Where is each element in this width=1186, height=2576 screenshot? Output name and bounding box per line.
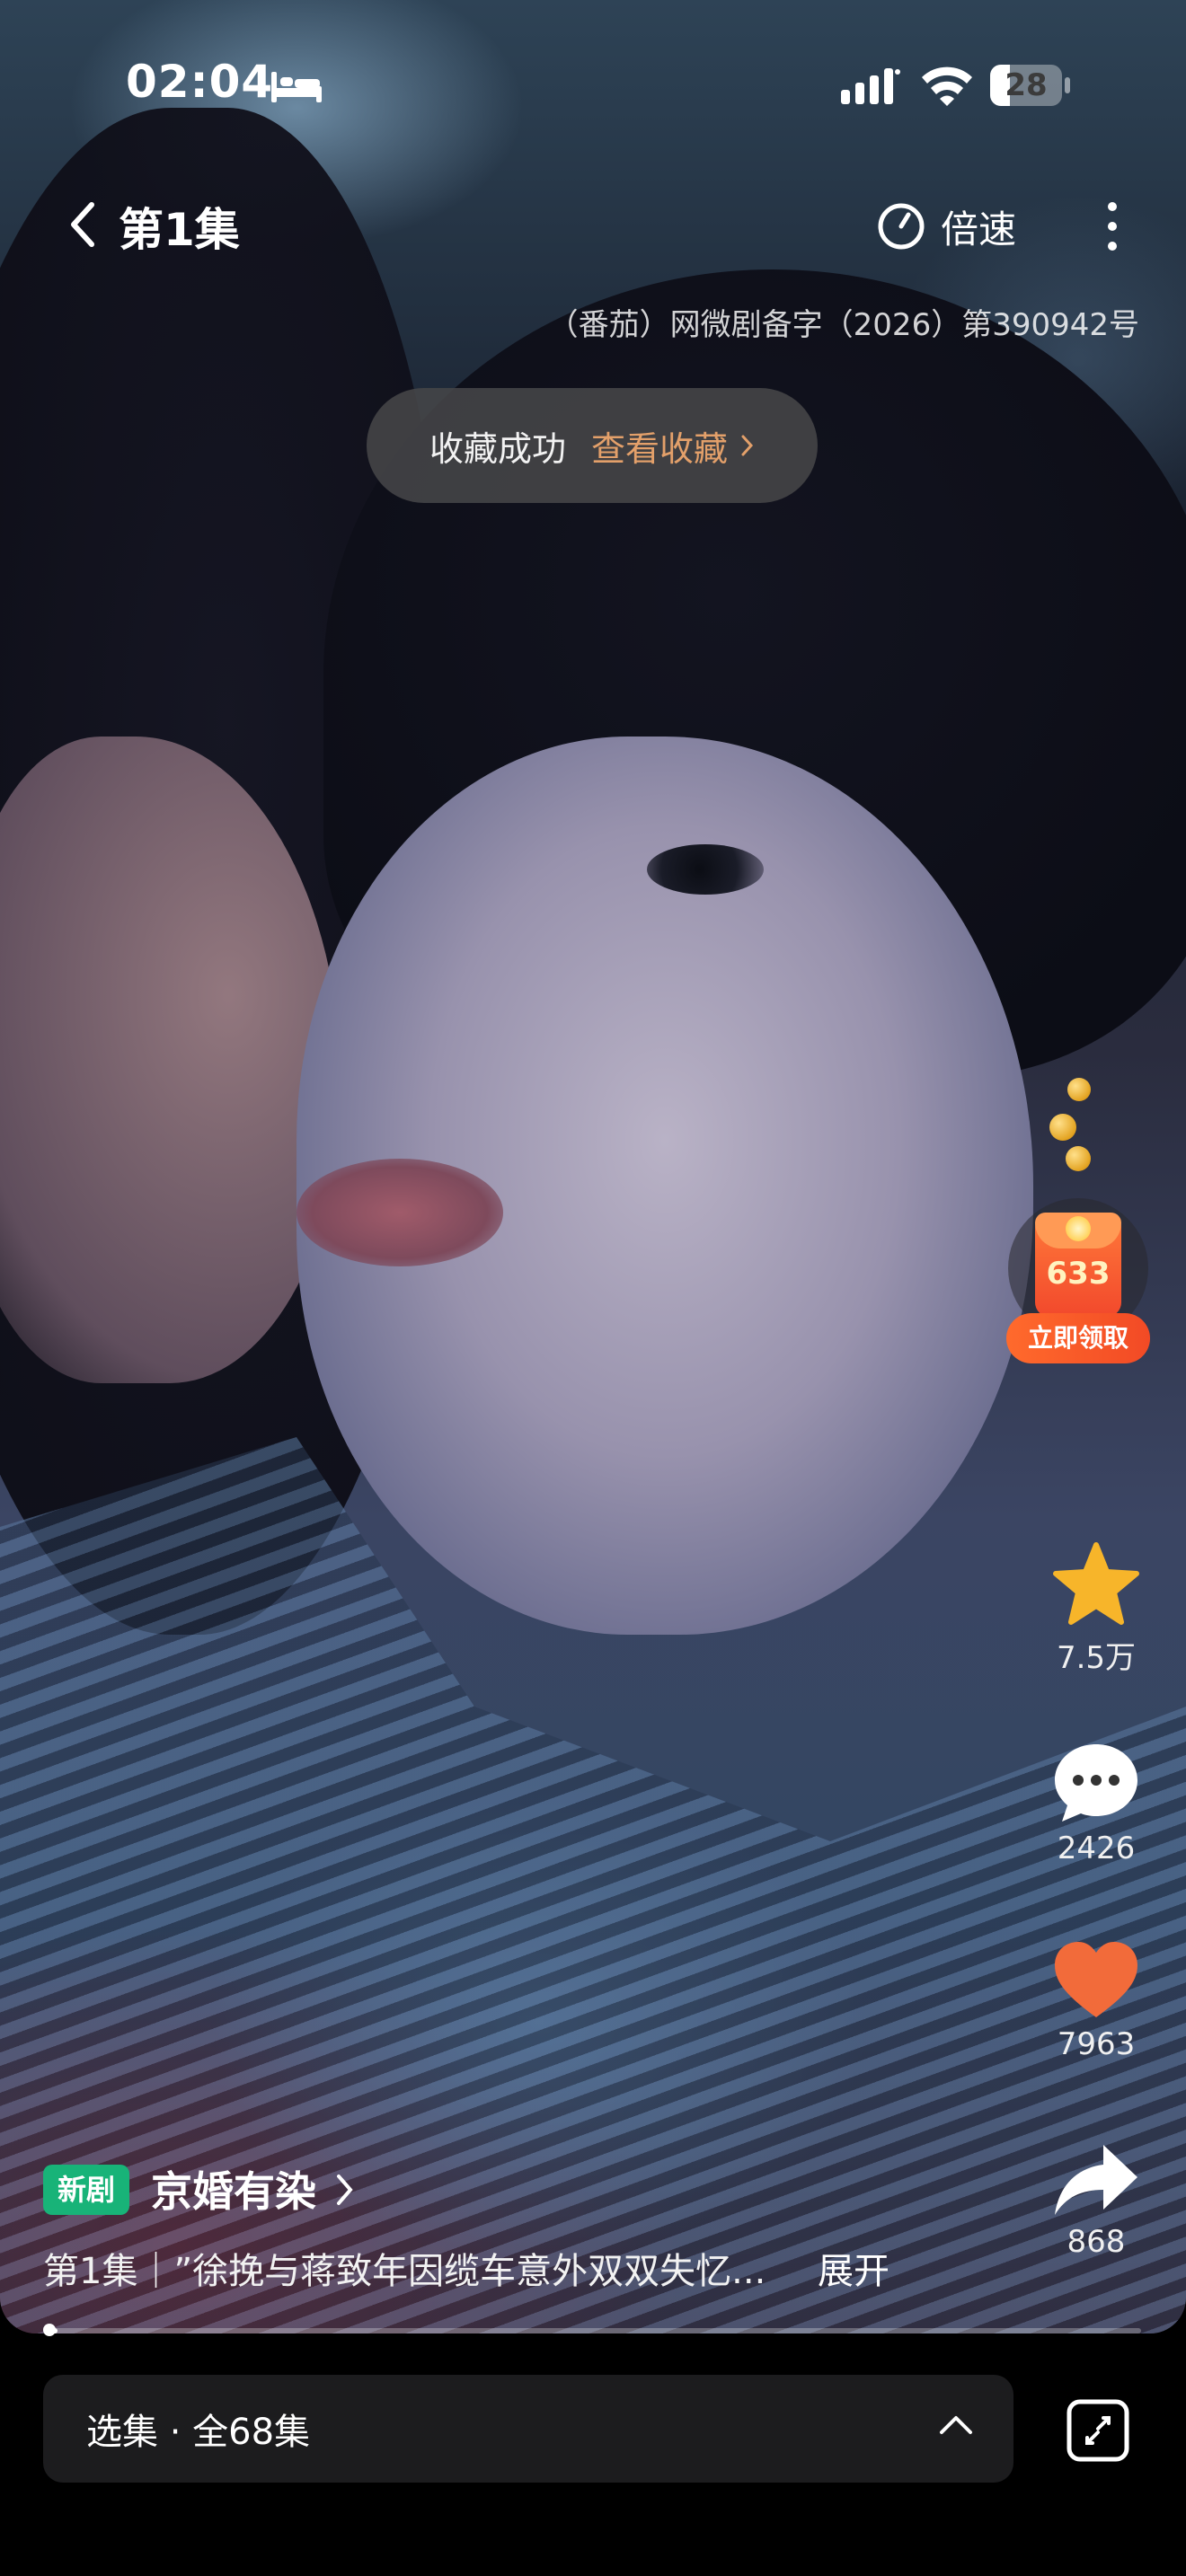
episode-selector-label: 选集 · 全68集 xyxy=(86,2412,311,2453)
fullscreen-icon[interactable] xyxy=(1060,2393,1136,2468)
wifi-icon xyxy=(922,66,972,106)
video-scene-eye xyxy=(647,844,764,895)
chevron-right-icon xyxy=(741,435,754,456)
back-arrow-icon[interactable] xyxy=(65,199,101,250)
star-icon xyxy=(1053,1542,1139,1625)
playback-progress-bar[interactable] xyxy=(47,2328,1141,2333)
expand-synopsis-button[interactable]: 展开 xyxy=(818,2242,890,2294)
progress-scrubber-handle[interactable] xyxy=(43,2324,56,2336)
toast-message: 收藏成功 xyxy=(429,428,566,469)
red-packet-icon: 633 xyxy=(1035,1213,1121,1317)
video-player[interactable] xyxy=(0,0,1186,2333)
speed-gauge-icon xyxy=(878,203,925,250)
share-count: 868 xyxy=(1067,2224,1126,2260)
battery-icon: 28 xyxy=(990,65,1071,108)
heart-icon xyxy=(1055,1942,1137,2017)
view-favorites-link[interactable]: 查看收藏 xyxy=(591,421,728,471)
share-button[interactable]: 868 xyxy=(1042,2141,1150,2260)
comment-bubble-icon xyxy=(1055,1744,1137,1822)
favorite-button[interactable]: 7.5万 xyxy=(1042,1541,1150,1677)
coin-animation-icon xyxy=(1042,1078,1096,1186)
episode-synopsis: 第1集｜”徐挽与蒋致年因缆车意外双双失忆... xyxy=(43,2251,766,2292)
favorite-count: 7.5万 xyxy=(1056,1640,1137,1676)
bed-icon xyxy=(271,72,322,102)
like-button[interactable]: 7963 xyxy=(1042,1938,1150,2062)
claim-reward-button[interactable]: 立即领取 xyxy=(1006,1313,1150,1363)
sparkle-icon xyxy=(1066,1216,1091,1241)
new-drama-badge: 新剧 xyxy=(43,2165,129,2215)
comment-count: 2426 xyxy=(1057,1831,1136,1866)
red-packet-number: 633 xyxy=(1046,1256,1111,1292)
cellular-signal-icon xyxy=(841,68,900,104)
more-options-icon[interactable] xyxy=(1100,199,1125,253)
share-arrow-icon xyxy=(1055,2145,1137,2215)
chevron-right-icon[interactable] xyxy=(334,2172,356,2208)
episode-selector-button[interactable]: 选集 · 全68集 xyxy=(43,2375,1013,2483)
comment-button[interactable]: 2426 xyxy=(1042,1741,1150,1866)
episode-title: 第1集 xyxy=(119,204,240,256)
video-scene-lips xyxy=(296,1159,503,1266)
playback-speed-button[interactable]: 倍速 xyxy=(876,199,1016,253)
license-text: （番茄）网微剧备字（2026）第390942号 xyxy=(547,307,1139,343)
favorite-toast: 收藏成功 查看收藏 xyxy=(367,388,818,503)
speed-label: 倍速 xyxy=(941,207,1017,251)
battery-level-text: 28 xyxy=(1005,67,1048,103)
like-count: 7963 xyxy=(1057,2026,1136,2062)
drama-title-link[interactable]: 京婚有染 xyxy=(151,2159,316,2219)
chevron-up-icon xyxy=(940,2416,972,2434)
status-bar: 02:04 28 xyxy=(0,0,1186,171)
status-time: 02:04 xyxy=(126,56,274,108)
